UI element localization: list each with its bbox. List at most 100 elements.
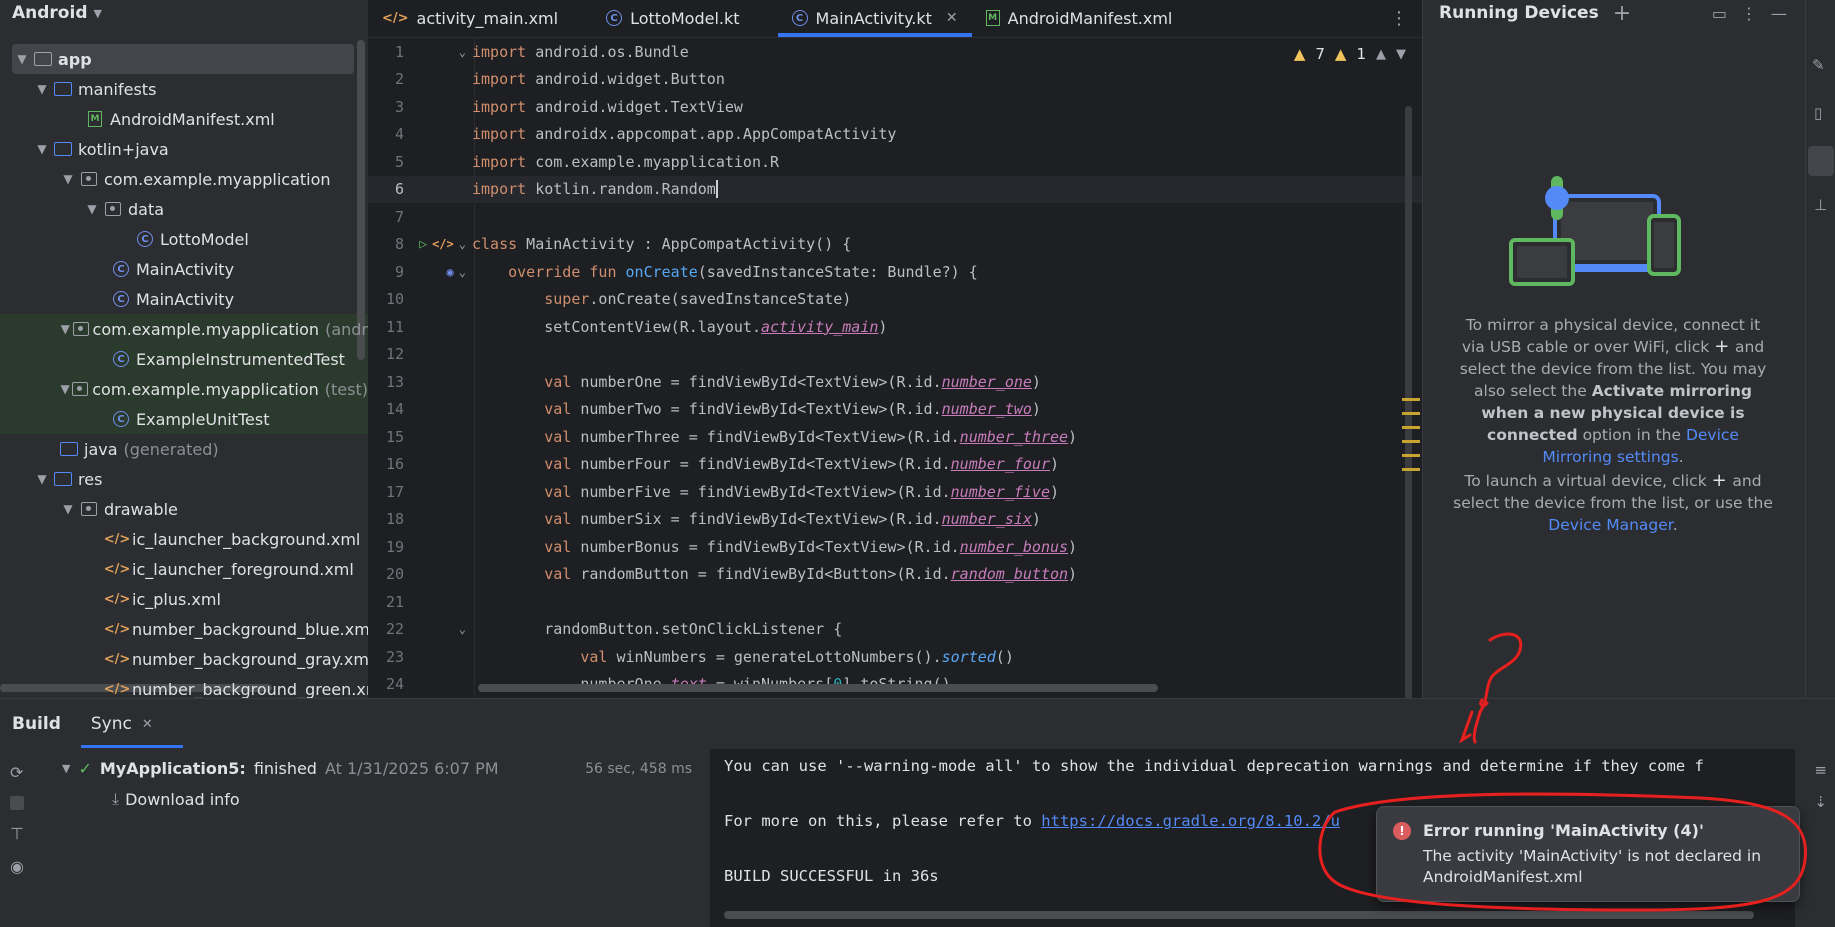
folder-icon (52, 140, 74, 158)
fold-icon[interactable]: ⌄ (459, 265, 466, 279)
tree-item-xml[interactable]: </> number_background_blue.xml (0, 614, 368, 644)
tree-item-label: MainActivity (136, 289, 235, 309)
tree-item-label: LottoModel (160, 229, 249, 249)
tree-item-label: ExampleUnitTest (136, 409, 270, 429)
chevron-down-icon[interactable]: ▼ (32, 142, 52, 156)
tree-item-unit-test[interactable]: C ExampleUnitTest (0, 404, 368, 434)
chevron-down-icon[interactable]: ▼ (32, 472, 52, 486)
running-devices-icon[interactable] (1808, 146, 1834, 176)
chevron-down-icon[interactable]: ▼ (82, 202, 102, 216)
more-options-icon[interactable]: ⋮ (1390, 8, 1408, 29)
build-task-row[interactable]: ▼ ✓ MyApplication5: finished At 1/31/202… (62, 759, 692, 778)
console-text: For more on this, please refer to (724, 812, 1042, 830)
code-line: 3 import android.widget.TextView (368, 93, 1422, 121)
tree-item-label: ic_plus.xml (132, 589, 221, 609)
tree-item-package-androidtest[interactable]: ▼ com.example.myapplication (andr (0, 314, 368, 344)
tree-item-xml[interactable]: </> number_background_gray.xml (0, 644, 368, 674)
fold-icon[interactable]: ⌄ (459, 45, 466, 59)
code-line: 13 val numberOne = findViewById<TextView… (368, 368, 1422, 396)
gradle-docs-link[interactable]: https://docs.gradle.org/8.10.2/u (1041, 812, 1340, 830)
tree-item-label: number_background_gray.xml (132, 649, 368, 669)
xml-layout-icon[interactable]: </> (432, 237, 454, 251)
tree-item-manifests[interactable]: ▼ manifests (0, 74, 368, 104)
chevron-down-icon[interactable]: ▼ (58, 322, 73, 336)
tab-activity-main-xml[interactable]: </> activity_main.xml (368, 0, 572, 37)
tree-item-label: com.example.myapplication (92, 319, 320, 339)
line-number: 18 (385, 510, 404, 529)
chevron-down-icon[interactable]: ▼ (58, 502, 78, 516)
tab-build[interactable]: Build (12, 714, 61, 734)
line-number: 13 (385, 372, 404, 391)
close-icon[interactable]: ✕ (946, 10, 958, 26)
code-text: val numberThree = findViewById<TextView>… (544, 427, 1078, 446)
code-text: val numberTwo = findViewById<TextView>(R… (544, 400, 1041, 419)
device-icon[interactable]: ▯ (1814, 104, 1822, 122)
device-manager-link[interactable]: Device Manager (1548, 516, 1672, 534)
line-number: 16 (385, 455, 404, 474)
chevron-down-icon[interactable]: ▼ (12, 52, 32, 66)
tree-item-data[interactable]: ▼ data (0, 194, 368, 224)
error-stripe-markers[interactable] (1402, 398, 1420, 482)
override-icon[interactable]: ◉ (447, 265, 454, 279)
console-toolbar: ≡ ⇣ (1814, 761, 1827, 811)
add-device-icon[interactable]: + (1613, 1, 1631, 26)
tree-item-app[interactable]: ▼ app (0, 44, 368, 74)
code-area[interactable]: ▲ 7 ▲ 1 ▲ ▼ 1 ⌄ import android.os.Bundle 2… (368, 38, 1422, 706)
period-text: . (1672, 516, 1678, 534)
tab-label: AndroidManifest.xml (1007, 8, 1173, 28)
tree-item-mainactivity[interactable]: C MainActivity (0, 284, 368, 314)
pin-icon[interactable]: ⊤ (10, 824, 24, 843)
chevron-down-icon[interactable]: ▼ (58, 382, 72, 396)
soft-wrap-icon[interactable]: ≡ (1814, 761, 1827, 779)
gemini-icon[interactable]: ✎ (1812, 56, 1825, 74)
build-tree: ⟳ ⊤ ◉ ▼ ✓ MyApplication5: finished At 1/… (0, 749, 710, 927)
tree-item-android-manifest[interactable]: M AndroidManifest.xml (0, 104, 368, 134)
tree-item-java-generated[interactable]: java (generated) (0, 434, 368, 464)
tree-item-instrumented-test[interactable]: C ExampleInstrumentedTest (0, 344, 368, 374)
build-toolbar: ⟳ ⊤ ◉ (10, 763, 24, 876)
tree-item-package-test[interactable]: ▼ com.example.myapplication (test) (0, 374, 368, 404)
close-icon[interactable]: ✕ (142, 717, 153, 732)
tree-item-xml[interactable]: </> ic_launcher_foreground.xml (0, 554, 368, 584)
chevron-down-icon[interactable]: ▼ (32, 82, 52, 96)
android-studio-window: Android ▼ ▼ app ▼ manifests M AndroidMan… (0, 0, 1835, 927)
chevron-down-icon[interactable]: ▼ (58, 172, 78, 186)
build-subtask-row[interactable]: ⤓ Download info (112, 789, 240, 809)
run-icon[interactable]: ▷ (419, 237, 427, 252)
console-horizontal-scrollbar[interactable] (724, 911, 1754, 919)
line-number: 14 (385, 400, 404, 419)
line-number: 23 (385, 647, 404, 666)
eye-icon[interactable]: ◉ (10, 857, 24, 876)
line-number: 9 (394, 262, 404, 281)
tree-item-mainactivity[interactable]: C MainActivity (0, 254, 368, 284)
tree-item-xml[interactable]: </> ic_plus.xml (0, 584, 368, 614)
tree-item-xml[interactable]: </> ic_launcher_background.xml (0, 524, 368, 554)
tree-item-drawable[interactable]: ▼ drawable (0, 494, 368, 524)
layout-icon[interactable]: ▭ (1712, 4, 1727, 23)
tree-item-kotlin-java[interactable]: ▼ kotlin+java (0, 134, 368, 164)
tab-lottomodel-kt[interactable]: C LottoModel.kt (592, 0, 753, 37)
tree-item-lottomodel[interactable]: C LottoModel (0, 224, 368, 254)
minimize-icon[interactable]: — (1771, 4, 1787, 23)
tree-item-res[interactable]: ▼ res (0, 464, 368, 494)
more-options-icon[interactable]: ⋮ (1741, 4, 1757, 23)
tree-item-label: manifests (78, 79, 157, 99)
project-view-selector[interactable]: Android ▼ (0, 0, 368, 26)
error-notification[interactable]: ! Error running 'MainActivity (4)' The a… (1376, 806, 1800, 902)
line-number: 10 (385, 290, 404, 309)
fold-icon[interactable]: ⌄ (459, 237, 466, 251)
tab-androidmanifest-xml[interactable]: M AndroidManifest.xml (972, 0, 1187, 37)
tree-item-package[interactable]: ▼ com.example.myapplication (0, 164, 368, 194)
stop-icon[interactable] (10, 796, 24, 810)
scroll-to-end-icon[interactable]: ⇣ (1814, 793, 1827, 811)
project-vertical-scrollbar[interactable] (357, 40, 365, 360)
fold-icon[interactable]: ⌄ (459, 622, 466, 636)
line-number: 6 (394, 180, 404, 199)
line-number: 4 (394, 125, 404, 144)
tab-mainactivity-kt[interactable]: C MainActivity.kt ✕ (777, 0, 972, 37)
tab-sync[interactable]: Sync ✕ (80, 714, 183, 748)
emulator-icon[interactable]: ⊥ (1814, 196, 1827, 214)
chevron-down-icon[interactable]: ▼ (62, 762, 70, 775)
sync-icon[interactable]: ⟳ (10, 763, 24, 782)
editor-horizontal-scrollbar[interactable] (478, 684, 1158, 692)
